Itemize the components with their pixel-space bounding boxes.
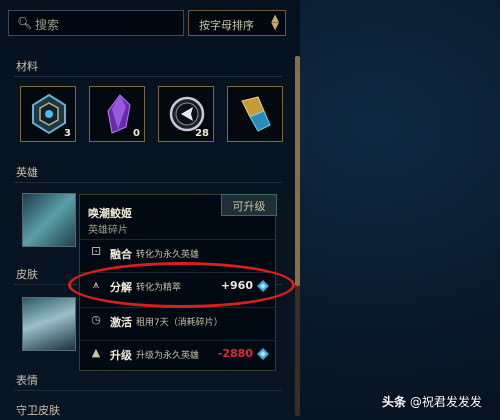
dice-icon: ⚀ <box>91 245 101 258</box>
chevron-updown-icon: ▲ ▼ <box>271 13 279 32</box>
section-skins: 皮肤 <box>16 268 38 281</box>
watermark-prefix: 头条 <box>382 395 407 409</box>
material-tile-chest[interactable]: 3 <box>20 86 76 142</box>
menu-item-activate[interactable]: ◷ 激活 租用7天（消耗碎片） <box>80 307 277 333</box>
section-champions: 英雄 <box>16 166 38 179</box>
material-tile-gem[interactable]: 0 <box>89 86 145 142</box>
section-materials: 材料 <box>16 60 38 73</box>
material-tile-key[interactable]: 28 <box>158 86 214 142</box>
hextech-chest-icon <box>32 93 66 135</box>
menu-item-label: 融合 <box>110 248 132 261</box>
divider <box>14 390 282 391</box>
watermark: 头条 @祝君发发发 <box>382 393 482 410</box>
material-count: 0 <box>133 128 140 139</box>
menu-item-desc: 租用7天（消耗碎片） <box>136 318 223 328</box>
sort-label: 按字母排序 <box>199 19 254 32</box>
search-placeholder: 搜索 <box>35 18 60 32</box>
champion-shard-thumbnail[interactable] <box>22 193 76 247</box>
popup-subtitle: 英雄碎片 <box>88 225 128 236</box>
material-tile-key-fragment[interactable] <box>227 86 283 142</box>
skin-shard-thumbnail[interactable] <box>22 297 76 351</box>
clock-icon: ◷ <box>91 313 101 326</box>
watermark-author: @祝君发发发 <box>409 395 482 409</box>
menu-item-desc: 升级为永久英雄 <box>136 351 200 361</box>
highlight-annotation <box>68 262 295 308</box>
divider <box>14 182 282 183</box>
key-fragment-icon <box>241 96 271 132</box>
upgrade-icon: ▲ <box>91 346 101 359</box>
menu-item-desc: 转化为永久英雄 <box>136 250 200 260</box>
divider <box>14 76 282 77</box>
search-input[interactable]: 🔍︎ 搜索 <box>8 10 184 36</box>
menu-item-upgrade[interactable]: ▲ 升级 升级为永久英雄 -2880 <box>80 340 277 366</box>
section-ward-skins: 守卫皮肤 <box>16 404 60 417</box>
blue-essence-icon <box>257 348 269 360</box>
material-count: 28 <box>195 128 209 139</box>
sort-dropdown[interactable]: 按字母排序 ▲ ▼ <box>188 10 286 36</box>
material-count: 3 <box>64 128 71 139</box>
purple-gem-icon <box>107 94 131 134</box>
section-emotes: 表情 <box>16 374 38 387</box>
popup-title: 唤潮鲛姬 <box>88 207 132 220</box>
menu-item-label: 升级 <box>110 349 132 362</box>
menu-item-label: 激活 <box>110 316 132 329</box>
scrollbar-thumb[interactable] <box>295 56 300 286</box>
upgradable-badge: 可升级 <box>221 194 277 216</box>
search-icon: 🔍︎ <box>17 16 33 30</box>
essence-cost: -2880 <box>217 347 253 360</box>
